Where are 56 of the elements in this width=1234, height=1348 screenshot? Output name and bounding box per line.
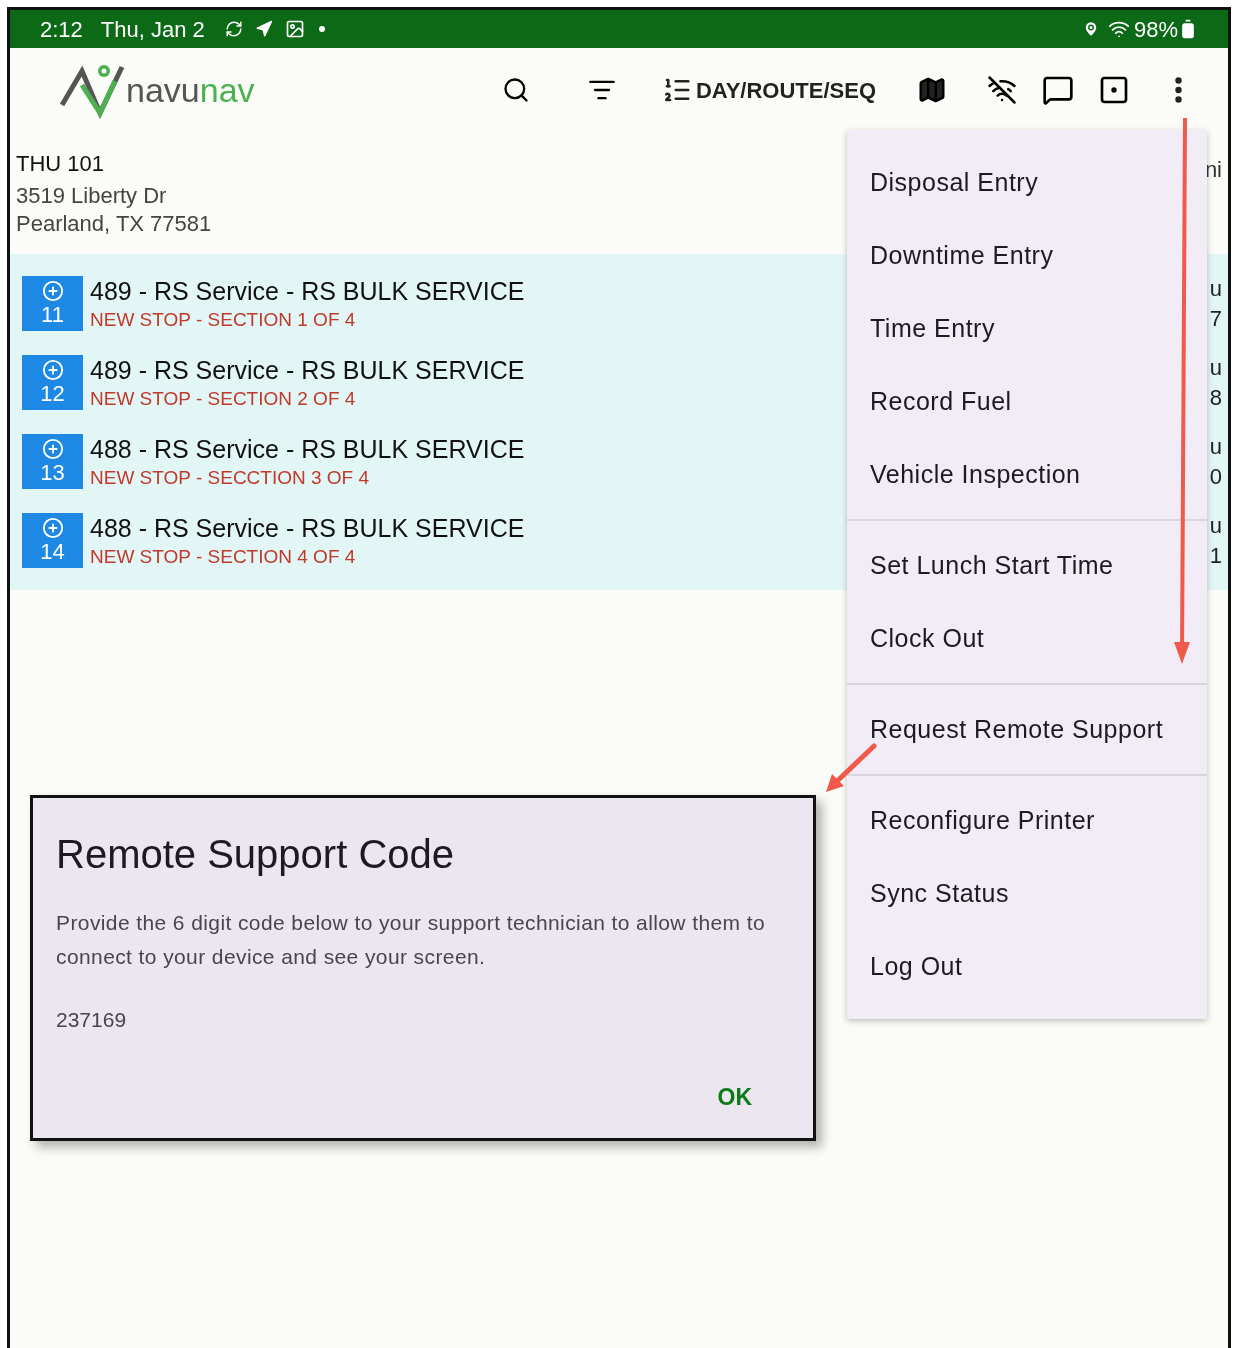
- stop-subtitle: NEW STOP - SECTION 2 OF 4: [90, 386, 357, 411]
- menu-item[interactable]: Sync Status: [847, 857, 1207, 930]
- map-icon: [917, 75, 947, 105]
- stop-text: u: [1209, 353, 1222, 382]
- plus-icon: [41, 279, 64, 302]
- status-date: Thu, Jan 2: [100, 15, 205, 44]
- search-icon: [501, 76, 530, 104]
- message-icon: [1042, 74, 1074, 106]
- address-line: Pearland, TX 77581: [16, 210, 212, 238]
- menu-item[interactable]: Disposal Entry: [847, 146, 1207, 219]
- logo-text: navunav: [126, 69, 255, 111]
- dialog-title: Remote Support Code: [56, 831, 455, 878]
- plus-icon: [41, 437, 64, 460]
- stop-text: u: [1209, 511, 1222, 540]
- dialog-message: Provide the 6 digit code below to your support technician to allow them to connect to your device and see your screen.: [56, 910, 766, 970]
- sequence-number: 13: [40, 459, 65, 486]
- stop-text: u: [1209, 432, 1222, 461]
- route-title: THU 101: [16, 150, 106, 178]
- stop-title: 488 - RS Service - RS BULK SERVICE: [90, 433, 525, 465]
- menu-item[interactable]: Clock Out: [847, 602, 1207, 675]
- stop-subtitle: NEW STOP - SECTION 4 OF 4: [90, 544, 357, 569]
- stop-title: 488 - RS Service - RS BULK SERVICE: [90, 512, 525, 544]
- menu-item[interactable]: Log Out: [847, 930, 1207, 1003]
- sequence-number: 11: [41, 301, 64, 328]
- stop-text: 1: [1209, 541, 1222, 570]
- menu-item[interactable]: Record Fuel: [847, 365, 1207, 438]
- menu-item[interactable]: Set Lunch Start Time: [847, 529, 1207, 602]
- stop-text: u: [1209, 274, 1222, 303]
- menu-item[interactable]: Vehicle Inspection: [847, 438, 1207, 511]
- stop-title: 489 - RS Service - RS BULK SERVICE: [90, 275, 525, 307]
- menu-item[interactable]: Request Remote Support: [847, 693, 1207, 766]
- plus-icon: [41, 358, 64, 381]
- stop-text: 7: [1209, 304, 1222, 333]
- stop-subtitle: NEW STOP - SECCTION 3 OF 4: [90, 465, 371, 490]
- address-line: 3519 Liberty Dr: [16, 182, 168, 210]
- signal-off-icon: [987, 75, 1017, 105]
- sort-button[interactable]: DAY/ROUTE/SEQ: [661, 73, 876, 107]
- stop-title: 489 - RS Service - RS BULK SERVICE: [90, 354, 525, 386]
- stop-text: 8: [1209, 383, 1222, 412]
- battery-level: 98%: [1133, 15, 1178, 44]
- route-text: ni: [1204, 156, 1222, 184]
- sync-icon: [224, 20, 243, 38]
- sequence-number: 12: [40, 380, 65, 407]
- image-icon: [284, 19, 305, 39]
- menu-item[interactable]: Downtime Entry: [847, 219, 1207, 292]
- more-icon: [1174, 77, 1182, 103]
- ok-button[interactable]: OK: [709, 1079, 760, 1114]
- status-time: 2:12: [40, 15, 83, 44]
- stop-subtitle: NEW STOP - SECTION 1 OF 4: [90, 307, 357, 332]
- stop-text: 0: [1209, 462, 1222, 491]
- menu-item[interactable]: Reconfigure Printer: [847, 784, 1207, 857]
- menu-item[interactable]: Time Entry: [847, 292, 1207, 365]
- plus-icon: [41, 516, 64, 539]
- sequence-number: 14: [40, 538, 65, 565]
- navigation-icon: [254, 20, 273, 38]
- support-code: 237169: [56, 1007, 128, 1033]
